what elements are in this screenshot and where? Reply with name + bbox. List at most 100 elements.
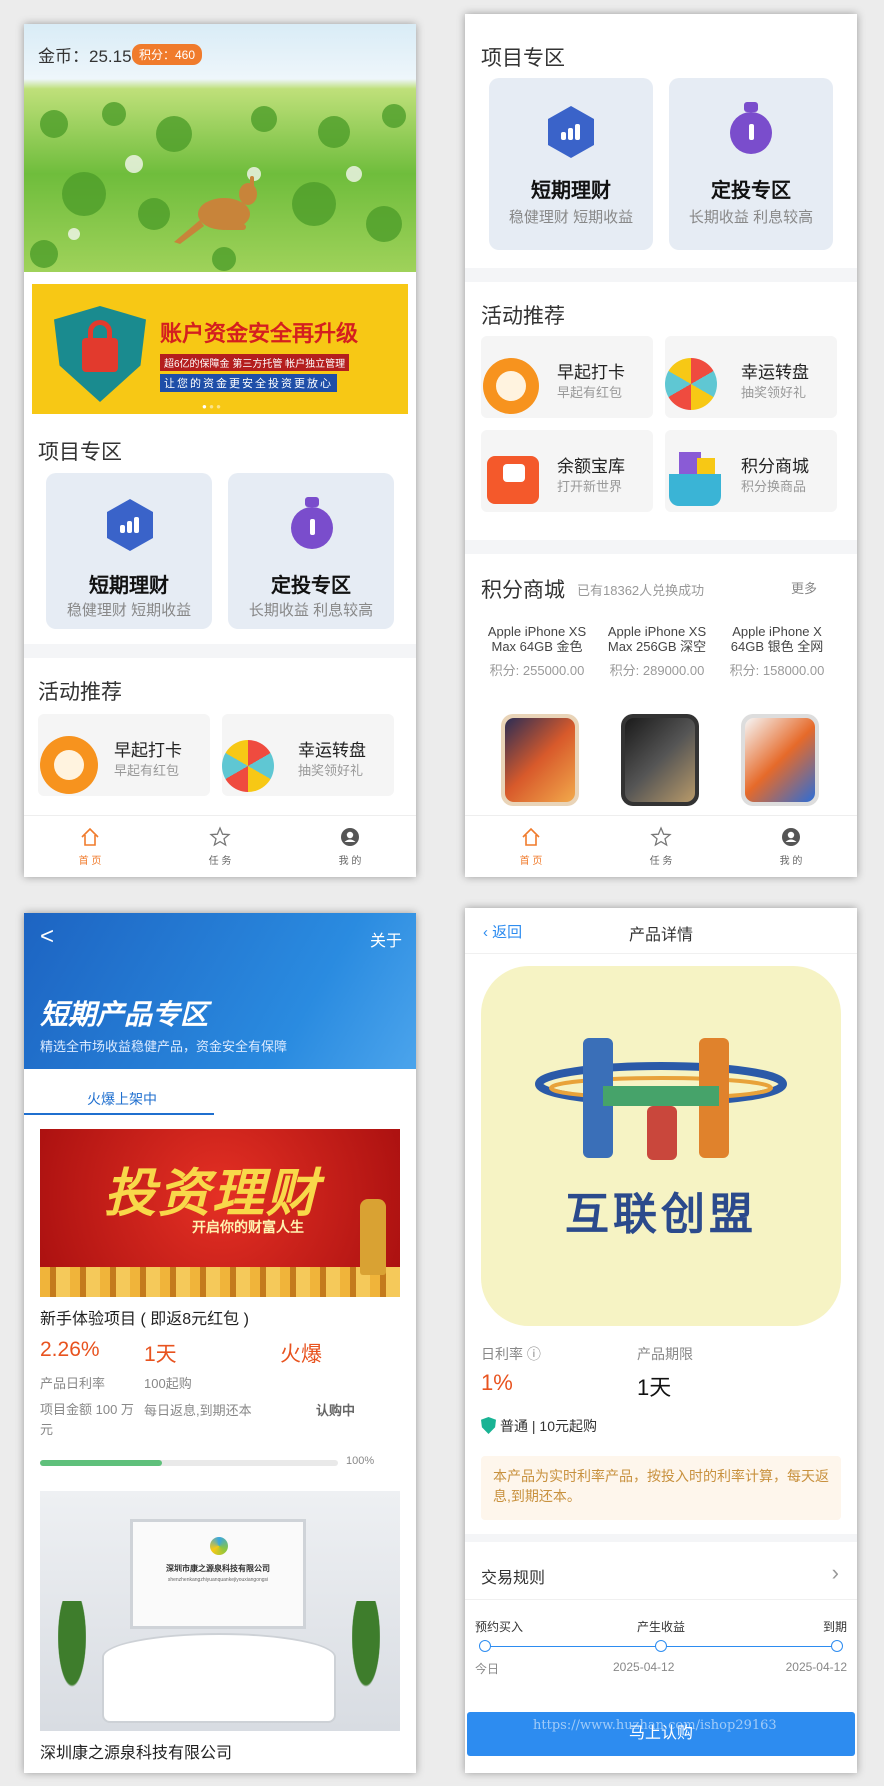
product-item[interactable]: Apple iPhone XS Max 256GB 深空 积分: 289000.… [597,624,717,679]
banner-line1: 超6亿的保障金 第三方托管 帐户独立管理 [160,354,350,371]
tab-label: 任 务 [208,856,232,867]
stopwatch-icon [289,497,335,555]
card-short-term[interactable]: 短期理财 稳健理财 短期收益 [489,78,653,250]
product-price: 积分: 158000.00 [729,663,825,678]
points-badge[interactable]: 积分：460 [132,44,203,65]
shield-check-icon [481,1417,496,1434]
section-title-projects: 项目专区 [38,441,122,464]
product-price: 积分: 289000.00 [609,663,705,678]
prize-wheel-icon [665,358,717,410]
tab-label: 首 页 [519,856,543,867]
repay-method: 每日返息,到期还本 [144,1403,252,1418]
timeline-dot [831,1640,843,1652]
product-image[interactable] [741,714,819,806]
more-link[interactable]: 更多 [791,578,817,597]
invest-banner[interactable]: 投资理财 开启你的财富人生 [40,1129,400,1297]
timeline-date: 2025-04-12 [613,1660,675,1674]
activity-name: 幸运转盘 [298,741,366,760]
rate-value: 1% [481,1370,513,1395]
page-title: 产品详情 [628,927,693,944]
timeline-step: 预约买入 [475,1620,524,1634]
section-title-activities: 活动推荐 [38,681,122,704]
bottom-tab-bar: 首 页 任 务 我 的 [24,815,416,877]
info-icon[interactable]: ⓘ [527,1346,541,1362]
activity-lucky-wheel[interactable]: 幸运转盘 抽奖领好礼 [222,714,394,796]
tab-underline [24,1113,214,1115]
card-fixed-invest[interactable]: 定投专区 长期收益 利息较高 [228,473,394,629]
activity-desc: 抽奖领好礼 [298,763,364,778]
product-hot: 火爆 [280,1343,322,1366]
tab-tasks[interactable]: 任 务 [631,826,691,867]
product-title[interactable]: 新手体验项目 ( 即返8元红包 ) [40,1305,249,1329]
tab-tasks[interactable]: 任 务 [190,826,250,867]
home-screen: 金币：25.15 积分：460 账户资金安全再升级 超6亿的保障金 第三方托管 … [24,24,416,877]
prize-wheel-icon [222,740,274,792]
product-image[interactable] [501,714,579,806]
rate-label: 日利率 ⓘ [481,1346,541,1362]
section-title-activities: 活动推荐 [481,305,565,328]
city-skyline-decoration [40,1267,400,1297]
alarm-clock-icon [40,736,98,794]
sign-company-name: 深圳市康之源泉科技有限公司 [166,1564,270,1573]
activity-desc: 早起有红包 [114,763,180,778]
gift-basket-icon [667,452,723,508]
mall-screen: 项目专区 短期理财 稳健理财 短期收益 定投专区 长期收益 利息较高 活动推荐 … [465,14,857,877]
chart-hexagon-icon [548,106,594,158]
tab-label: 任 务 [649,856,673,867]
banner-line2: 让您的资金更安全投资更放心 [160,374,337,392]
user-icon [780,826,802,848]
activity-balance-vault[interactable]: 余额宝库 打开新世界 [481,430,653,512]
product-image[interactable] [621,714,699,806]
divider [465,268,857,282]
tab-home[interactable]: 首 页 [60,826,120,867]
plant-left [48,1601,96,1721]
tab-hot[interactable]: 火爆上架中 [24,1089,220,1109]
product-item[interactable]: Apple iPhone X 64GB 银色 全网 积分: 158000.00 [717,624,837,679]
activity-early-checkin[interactable]: 早起打卡 早起有红包 [38,714,210,796]
tab-label: 首 页 [78,856,102,867]
product-tag: 普通 | 10元起购 [481,1416,597,1436]
tab-home[interactable]: 首 页 [501,826,561,867]
company-name[interactable]: 深圳康之源泉科技有限公司 [40,1739,232,1763]
trade-rules-row[interactable]: 交易规则 › [465,1548,857,1600]
hlogo-icon [535,1038,787,1160]
card-title: 短期理财 [531,180,611,202]
activity-early-checkin[interactable]: 早起打卡 早起有红包 [481,336,653,418]
product-term: 1天 [144,1343,177,1366]
card-short-term[interactable]: 短期理财 稳健理财 短期收益 [46,473,212,629]
tab-mine[interactable]: 我 的 [761,826,821,867]
hero-subtitle: 精选全市场收益稳健产品，资金安全有保障 [40,1039,288,1054]
activity-points-mall[interactable]: 积分商城 积分换商品 [665,430,837,512]
reception-wall [130,1519,306,1629]
carousel-dots[interactable]: ● ● ● [202,402,221,411]
nav-bar: ‹ 返回 产品详情 [465,908,857,954]
activity-lucky-wheel[interactable]: 幸运转盘 抽奖领好礼 [665,336,837,418]
notice-box: 本产品为实时利率产品，按投入时的利率计算，每天返息,到期还本。 [481,1456,841,1520]
hero-illustration: 金币：25.15 积分：460 [24,24,416,272]
company-photo[interactable]: 深圳市康之源泉科技有限公司 shenzhenkangzhiyuanquankej… [40,1491,400,1731]
progress-label: 100% [346,1455,375,1467]
progress-track [40,1460,338,1466]
banner-subline: 开启你的财富人生 [192,1219,304,1235]
about-link[interactable]: 关于 [370,927,402,951]
back-icon[interactable]: < [40,923,54,951]
home-icon [520,826,542,848]
timeline-dot [479,1640,491,1652]
tab-mine[interactable]: 我 的 [320,826,380,867]
activity-name: 余额宝库 [557,457,625,476]
product-name: Apple iPhone XS Max 64GB 金色 [487,624,587,654]
security-banner[interactable]: 账户资金安全再升级 超6亿的保障金 第三方托管 帐户独立管理 让您的资金更安全投… [32,284,408,414]
product-list-screen: < 关于 短期产品专区 精选全市场收益稳健产品，资金安全有保障 火爆上架中 投资… [24,913,416,1773]
divider [24,644,416,658]
term-label: 产品期限 [637,1346,693,1362]
star-icon [209,826,231,848]
logo-text: 互联创盟 [565,1190,757,1239]
product-item[interactable]: Apple iPhone XS Max 64GB 金色 积分: 255000.0… [477,624,597,679]
card-sub: 长期收益 利息较高 [248,602,374,619]
card-fixed-invest[interactable]: 定投专区 长期收益 利息较高 [669,78,833,250]
term-value: 1天 [637,1375,672,1400]
timeline-date: 2025-04-12 [785,1660,847,1674]
card-title: 定投专区 [271,575,351,597]
wallet-icon [487,456,539,504]
alarm-clock-icon [483,358,539,414]
